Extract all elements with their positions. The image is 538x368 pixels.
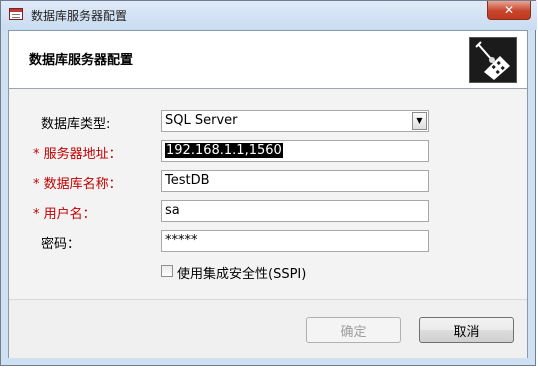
button-bar: 确定 取消: [9, 299, 527, 358]
server-address-value: 192.168.1.1,1560: [165, 143, 283, 158]
server-label-text: 服务器地址：: [43, 147, 122, 162]
dialog-window: 数据库服务器配置 ✕ 数据库服务器配置 数据库类型: SQL Server ▼ …: [0, 0, 537, 366]
user-label-text: 用户名：: [43, 207, 96, 222]
form-icon: [9, 8, 23, 20]
close-button[interactable]: ✕: [487, 1, 531, 20]
cancel-button-label: 取消: [453, 324, 480, 340]
server-address-input[interactable]: 192.168.1.1,1560: [161, 140, 429, 162]
window-title: 数据库服务器配置: [31, 9, 128, 23]
db-name-label-text: 数据库名称：: [43, 177, 122, 192]
user-label: * 用户名：: [33, 203, 96, 222]
password-input[interactable]: *****: [161, 230, 429, 252]
cancel-button[interactable]: 取消: [419, 317, 514, 343]
db-name-label: * 数据库名称：: [33, 173, 122, 192]
sspi-checkbox[interactable]: [161, 265, 173, 277]
password-label: 密码：: [41, 237, 81, 252]
header-band: 数据库服务器配置: [9, 31, 527, 87]
db-name-input[interactable]: TestDB: [161, 170, 429, 192]
db-name-value: TestDB: [165, 173, 210, 188]
title-bar[interactable]: 数据库服务器配置 ✕: [1, 1, 537, 30]
header-title: 数据库服务器配置: [29, 53, 134, 68]
password-value: *****: [165, 233, 198, 248]
database-settings-icon: [469, 37, 517, 83]
username-value: sa: [165, 203, 180, 218]
ok-button[interactable]: 确定: [306, 317, 401, 343]
db-type-value: SQL Server: [165, 113, 238, 128]
username-input[interactable]: sa: [161, 200, 429, 222]
dialog-client: 数据库服务器配置 数据库类型: SQL Server ▼ * 服务器地址： 19…: [8, 30, 528, 358]
server-label: * 服务器地址：: [33, 143, 122, 162]
chevron-down-icon[interactable]: ▼: [412, 112, 427, 130]
db-type-select[interactable]: SQL Server ▼: [161, 110, 429, 132]
required-mark: *: [33, 207, 40, 222]
close-icon: ✕: [503, 3, 515, 17]
db-type-label: 数据库类型:: [41, 117, 111, 132]
required-mark: *: [33, 177, 40, 192]
sspi-label[interactable]: 使用集成安全性(SSPI): [177, 263, 306, 282]
ok-button-label: 确定: [340, 324, 367, 340]
required-mark: *: [33, 147, 40, 162]
